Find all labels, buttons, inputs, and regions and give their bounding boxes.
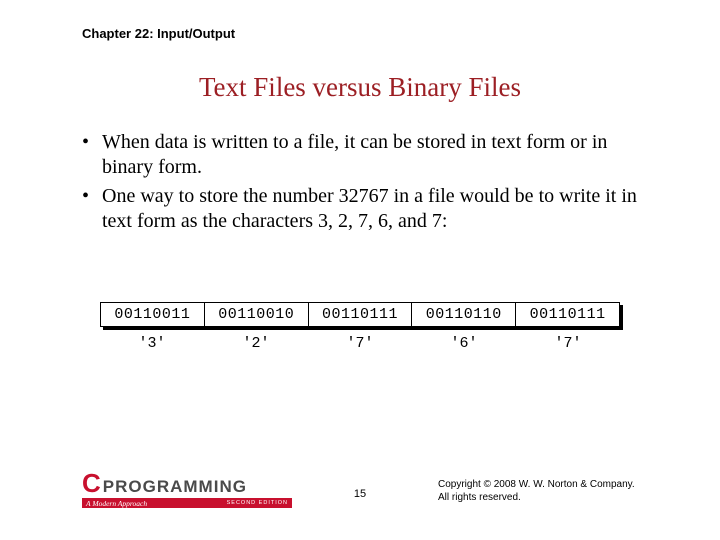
char-cell: '2': [204, 335, 308, 352]
bullet-item: • One way to store the number 32767 in a…: [82, 184, 642, 234]
byte-row: 00110011 00110010 00110111 00110110 0011…: [100, 302, 620, 327]
byte-cell: 00110111: [516, 303, 619, 326]
bullet-text: When data is written to a file, it can b…: [102, 130, 642, 180]
char-cell: '3': [100, 335, 204, 352]
bullet-item: • When data is written to a file, it can…: [82, 130, 642, 180]
byte-cell: 00110111: [309, 303, 413, 326]
bullet-mark: •: [82, 130, 102, 180]
byte-cell: 00110010: [205, 303, 309, 326]
char-cell: '7': [308, 335, 412, 352]
char-row: '3' '2' '7' '6' '7': [100, 335, 620, 352]
footer: C PROGRAMMING A Modern Approach SECOND E…: [0, 468, 720, 508]
byte-figure: 00110011 00110010 00110111 00110110 0011…: [100, 302, 620, 352]
logo-edition: SECOND EDITION: [227, 500, 288, 506]
char-cell: '6': [412, 335, 516, 352]
bullet-text: One way to store the number 32767 in a f…: [102, 184, 642, 234]
bullet-mark: •: [82, 184, 102, 234]
copyright: Copyright © 2008 W. W. Norton & Company.…: [438, 478, 638, 504]
slide-title: Text Files versus Binary Files: [0, 72, 720, 103]
char-cell: '7': [516, 335, 620, 352]
byte-cell: 00110110: [412, 303, 516, 326]
content-body: • When data is written to a file, it can…: [82, 130, 642, 238]
chapter-header: Chapter 22: Input/Output: [82, 26, 235, 41]
byte-cell: 00110011: [101, 303, 205, 326]
